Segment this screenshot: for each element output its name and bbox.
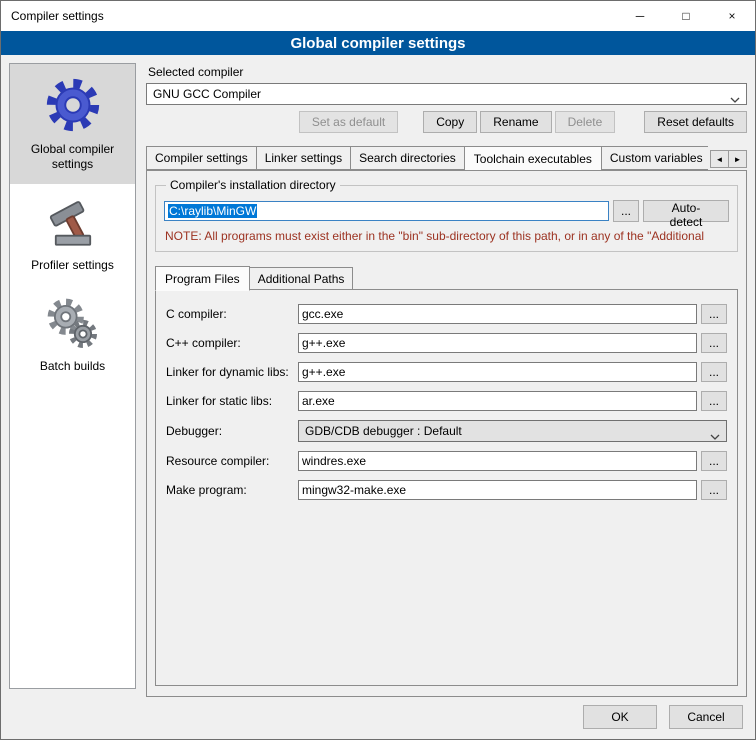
settings-category-list: Global compiler settings Profiler settin… bbox=[9, 63, 136, 689]
resource-compiler-value: windres.exe bbox=[302, 454, 366, 468]
resource-compiler-row: Resource compiler: windres.exe ... bbox=[166, 451, 727, 471]
compiler-actions: Set as default Copy Rename Delete Reset … bbox=[146, 111, 747, 133]
resource-compiler-browse-button[interactable]: ... bbox=[701, 451, 727, 471]
tab-scroll-left-button[interactable]: ◄ bbox=[710, 150, 729, 168]
cpp-compiler-value: g++.exe bbox=[302, 336, 345, 350]
close-icon: × bbox=[728, 9, 735, 23]
installation-directory-group-title: Compiler's installation directory bbox=[166, 178, 340, 192]
c-compiler-input[interactable]: gcc.exe bbox=[298, 304, 697, 324]
make-program-label: Make program: bbox=[166, 483, 294, 497]
maximize-button[interactable]: □ bbox=[663, 1, 709, 31]
sidebar-item-label: Profiler settings bbox=[12, 258, 133, 273]
dialog-header: Global compiler settings bbox=[1, 31, 755, 55]
dynamic-linker-value: g++.exe bbox=[302, 365, 345, 379]
dialog-footer: OK Cancel bbox=[1, 697, 755, 739]
titlebar: Compiler settings ─ □ × bbox=[1, 1, 755, 31]
static-linker-row: Linker for static libs: ar.exe ... bbox=[166, 391, 727, 411]
dynamic-linker-input[interactable]: g++.exe bbox=[298, 362, 697, 382]
rename-button[interactable]: Rename bbox=[480, 111, 551, 133]
tab-additional-paths[interactable]: Additional Paths bbox=[249, 267, 354, 290]
note-text: NOTE: All programs must exist either in … bbox=[165, 229, 728, 243]
main-tabs: Compiler settings Linker settings Search… bbox=[146, 146, 708, 170]
compiler-settings-window: Compiler settings ─ □ × Global compiler … bbox=[0, 0, 756, 740]
dynamic-linker-row: Linker for dynamic libs: g++.exe ... bbox=[166, 362, 727, 382]
make-program-value: mingw32-make.exe bbox=[302, 483, 406, 497]
make-program-browse-button[interactable]: ... bbox=[701, 480, 727, 500]
autodetect-button[interactable]: Auto-detect bbox=[643, 200, 729, 222]
selected-compiler-dropdown[interactable]: GNU GCC Compiler bbox=[146, 83, 747, 105]
resource-compiler-label: Resource compiler: bbox=[166, 454, 294, 468]
chevron-down-icon bbox=[710, 429, 720, 443]
profiler-tool-icon bbox=[44, 194, 102, 252]
sub-tabstrip: Program Files Additional Paths bbox=[155, 266, 738, 290]
cpp-compiler-row: C++ compiler: g++.exe ... bbox=[166, 333, 727, 353]
make-program-input[interactable]: mingw32-make.exe bbox=[298, 480, 697, 500]
toolchain-executables-panel: Compiler's installation directory C:\ray… bbox=[146, 170, 747, 697]
selected-compiler-label: Selected compiler bbox=[148, 65, 747, 79]
selected-compiler-value: GNU GCC Compiler bbox=[153, 87, 261, 101]
install-dir-input[interactable]: C:\raylib\MinGW bbox=[164, 201, 609, 221]
tab-toolchain-executables[interactable]: Toolchain executables bbox=[464, 146, 602, 170]
static-linker-value: ar.exe bbox=[302, 394, 335, 408]
sidebar-item-label: Batch builds bbox=[12, 359, 133, 374]
installation-directory-row: C:\raylib\MinGW ... Auto-detect bbox=[164, 200, 729, 222]
cpp-compiler-input[interactable]: g++.exe bbox=[298, 333, 697, 353]
c-compiler-row: C compiler: gcc.exe ... bbox=[166, 304, 727, 324]
cpp-compiler-label: C++ compiler: bbox=[166, 336, 294, 350]
debugger-row: Debugger: GDB/CDB debugger : Default bbox=[166, 420, 727, 442]
sidebar-item-label: Global compiler settings bbox=[12, 142, 133, 172]
set-as-default-button[interactable]: Set as default bbox=[299, 111, 398, 133]
debugger-label: Debugger: bbox=[166, 424, 294, 438]
tab-custom-variables[interactable]: Custom variables bbox=[601, 146, 708, 170]
tab-program-files[interactable]: Program Files bbox=[155, 266, 250, 291]
debugger-value: GDB/CDB debugger : Default bbox=[305, 424, 462, 438]
window-title: Compiler settings bbox=[1, 9, 104, 23]
cancel-button[interactable]: Cancel bbox=[669, 705, 743, 729]
tab-linker-settings[interactable]: Linker settings bbox=[256, 146, 351, 170]
tab-search-directories[interactable]: Search directories bbox=[350, 146, 465, 170]
installation-directory-group: Compiler's installation directory C:\ray… bbox=[155, 185, 738, 252]
program-files-panel: C compiler: gcc.exe ... C++ compiler: g+… bbox=[155, 289, 738, 686]
tab-scroll-right-button[interactable]: ► bbox=[728, 150, 747, 168]
resource-compiler-input[interactable]: windres.exe bbox=[298, 451, 697, 471]
dynamic-linker-label: Linker for dynamic libs: bbox=[166, 365, 294, 379]
c-compiler-value: gcc.exe bbox=[302, 307, 343, 321]
maximize-icon: □ bbox=[682, 9, 689, 23]
static-linker-browse-button[interactable]: ... bbox=[701, 391, 727, 411]
blue-gear-icon bbox=[42, 74, 104, 136]
window-controls: ─ □ × bbox=[617, 1, 755, 31]
c-compiler-browse-button[interactable]: ... bbox=[701, 304, 727, 324]
sidebar-item-global-compiler-settings[interactable]: Global compiler settings bbox=[10, 64, 135, 184]
gray-gears-icon bbox=[44, 295, 102, 353]
minimize-button[interactable]: ─ bbox=[617, 1, 663, 31]
sidebar-item-profiler-settings[interactable]: Profiler settings bbox=[10, 184, 135, 285]
cpp-compiler-browse-button[interactable]: ... bbox=[701, 333, 727, 353]
install-dir-value: C:\raylib\MinGW bbox=[168, 204, 257, 218]
debugger-dropdown[interactable]: GDB/CDB debugger : Default bbox=[298, 420, 727, 442]
dialog-body: Global compiler settings Profiler settin… bbox=[1, 55, 755, 697]
tab-compiler-settings[interactable]: Compiler settings bbox=[146, 146, 257, 170]
close-button[interactable]: × bbox=[709, 1, 755, 31]
sidebar-item-batch-builds[interactable]: Batch builds bbox=[10, 285, 135, 386]
ok-button[interactable]: OK bbox=[583, 705, 657, 729]
static-linker-input[interactable]: ar.exe bbox=[298, 391, 697, 411]
copy-button[interactable]: Copy bbox=[423, 111, 477, 133]
make-program-row: Make program: mingw32-make.exe ... bbox=[166, 480, 727, 500]
minimize-icon: ─ bbox=[636, 9, 645, 23]
scroll-right-icon: ► bbox=[734, 155, 742, 164]
tab-scroll-buttons: ◄ ► bbox=[711, 150, 747, 168]
install-dir-browse-button[interactable]: ... bbox=[613, 200, 639, 222]
main-panel: Selected compiler GNU GCC Compiler Set a… bbox=[146, 63, 747, 697]
dynamic-linker-browse-button[interactable]: ... bbox=[701, 362, 727, 382]
reset-defaults-button[interactable]: Reset defaults bbox=[644, 111, 747, 133]
scroll-left-icon: ◄ bbox=[716, 155, 724, 164]
delete-button[interactable]: Delete bbox=[555, 111, 616, 133]
chevron-down-icon bbox=[730, 92, 740, 106]
main-tabstrip: Compiler settings Linker settings Search… bbox=[146, 146, 747, 170]
c-compiler-label: C compiler: bbox=[166, 307, 294, 321]
static-linker-label: Linker for static libs: bbox=[166, 394, 294, 408]
